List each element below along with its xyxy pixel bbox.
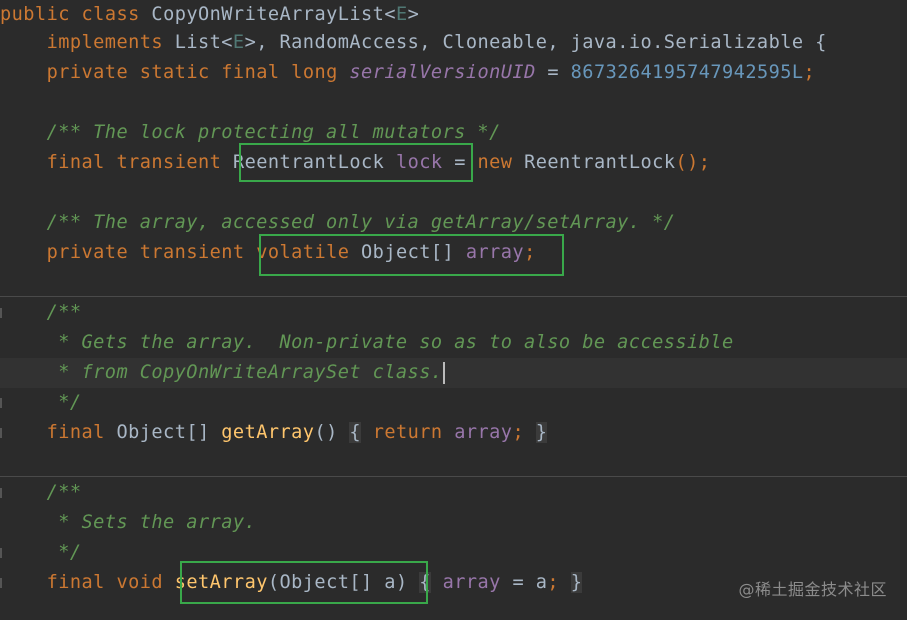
folded-brace-open[interactable]: { (419, 572, 431, 593)
type-object-array: Object[] (116, 422, 210, 443)
code-line-17: /** (0, 478, 907, 508)
method-setarray: setArray (174, 572, 268, 593)
doc-comment: /** The array, accessed only via getArra… (46, 212, 676, 233)
assign-expr: = a (500, 572, 548, 593)
code-line-8: /** The array, accessed only via getArra… (0, 208, 907, 238)
field-array: array (442, 572, 501, 593)
code-line-9: private transient volatile Object[] arra… (0, 238, 907, 268)
number-literal: 8673264195747942595L (570, 62, 804, 83)
method-params: (Object[] a) (267, 572, 408, 593)
watermark: @稀土掘金技术社区 (738, 580, 887, 599)
code-line-1: public class CopyOnWriteArrayList<E> (0, 0, 907, 30)
method-separator (0, 296, 907, 297)
method-separator (0, 476, 907, 477)
keyword-final: final (46, 152, 105, 173)
code-line-19: */ (0, 538, 907, 568)
generic-close: > (407, 4, 420, 25)
code-line-12: * Gets the array. Non-private so as to a… (0, 328, 907, 358)
keyword-final: final (46, 422, 105, 443)
assign-op: = (535, 62, 571, 83)
keyword-static: static (139, 62, 210, 83)
code-line-18: * Sets the array. (0, 508, 907, 538)
doc-comment: */ (46, 392, 82, 413)
folded-brace-close[interactable]: } (570, 572, 583, 593)
interfaces-rest: >, RandomAccess, Cloneable, java.io.Seri… (244, 32, 827, 53)
semicolon: ; (512, 422, 525, 443)
type-reentrantlock: ReentrantLock (232, 152, 385, 173)
keyword-void: void (116, 572, 164, 593)
folded-brace-close[interactable]: } (535, 422, 548, 443)
fold-marker-icon[interactable] (0, 398, 2, 408)
parens: () (314, 422, 338, 443)
semicolon: ; (524, 242, 536, 263)
code-line-15: final Object[] getArray() { return array… (0, 418, 907, 448)
method-getarray: getArray (221, 422, 315, 443)
code-line-14: */ (0, 388, 907, 418)
keyword-transient: transient (116, 152, 222, 173)
doc-comment: * Gets the array. Non-private so as to a… (46, 332, 734, 353)
fold-marker-icon[interactable] (0, 428, 2, 438)
keyword-volatile: volatile (256, 242, 350, 263)
field-lock: lock (395, 152, 443, 173)
type-param: E (395, 4, 408, 25)
assign-op: = (442, 152, 478, 173)
semicolon: ; (547, 572, 560, 593)
code-line-3: private static final long serialVersionU… (0, 58, 907, 88)
doc-comment: /** The lock protecting all mutators */ (46, 122, 501, 143)
interface-list: List (174, 32, 222, 53)
fold-marker-icon[interactable] (0, 488, 2, 498)
keyword-final: final (46, 572, 105, 593)
code-line-2: implements List<E>, RandomAccess, Clonea… (0, 28, 907, 58)
folded-brace-open[interactable]: { (349, 422, 362, 443)
keyword-transient: transient (139, 242, 245, 263)
fold-marker-icon[interactable] (0, 548, 2, 558)
doc-comment: * Sets the array. (46, 512, 257, 533)
code-line-13: * from CopyOnWriteArraySet class. (0, 358, 907, 388)
semicolon: ; (803, 62, 816, 83)
code-editor[interactable]: public class CopyOnWriteArrayList<E> imp… (0, 0, 907, 620)
field-array: array (454, 422, 513, 443)
class-name: CopyOnWriteArrayList (151, 4, 385, 25)
keyword-new: new (477, 152, 513, 173)
keyword-class: class (81, 4, 140, 25)
serial-version-uid: serialVersionUID (349, 62, 536, 83)
keyword-public: public (0, 4, 70, 25)
keyword-return: return (372, 422, 443, 443)
keyword-implements: implements (46, 32, 164, 53)
code-line-11: /** (0, 298, 907, 328)
keyword-long: long (291, 62, 338, 83)
doc-comment: */ (46, 542, 82, 563)
keyword-final: final (221, 62, 280, 83)
type-param: E (232, 32, 245, 53)
doc-comment: /** (46, 302, 82, 323)
field-array: array (465, 242, 525, 263)
doc-comment: /** (46, 482, 82, 503)
keyword-private: private (46, 62, 129, 83)
fold-marker-icon[interactable] (0, 578, 2, 588)
doc-comment: * from CopyOnWriteArraySet class. (46, 362, 443, 383)
fold-marker-icon[interactable] (0, 308, 2, 318)
code-line-5: /** The lock protecting all mutators */ (0, 118, 907, 148)
constructor-call: ReentrantLock (524, 152, 676, 173)
keyword-private: private (46, 242, 129, 263)
generic-open: < (384, 4, 396, 25)
code-line-6: final transient ReentrantLock lock = new… (0, 148, 907, 178)
text-caret (442, 361, 445, 384)
call-tail: (); (675, 152, 711, 173)
generic-open: < (221, 32, 233, 53)
type-object-array: Object[] (361, 242, 455, 263)
